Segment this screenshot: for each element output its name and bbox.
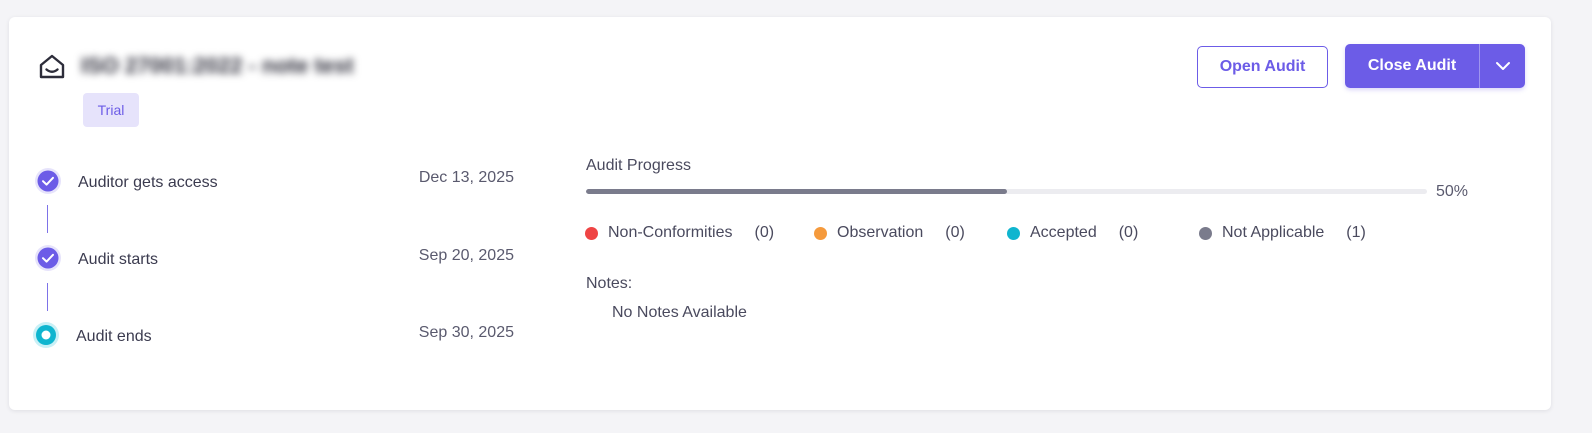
legend-count: (1)	[1346, 224, 1366, 241]
step-label-auditor-access: Auditor gets access	[78, 174, 218, 191]
close-audit-split-button: Close Audit	[1345, 44, 1525, 88]
close-audit-button[interactable]: Close Audit	[1345, 44, 1479, 88]
step-completed-check-icon	[35, 168, 61, 194]
timeline-connector	[47, 283, 48, 311]
close-audit-dropdown-button[interactable]	[1480, 44, 1525, 88]
step-date-audit-ends: Sep 30, 2025	[418, 324, 514, 341]
open-audit-button[interactable]: Open Audit	[1197, 46, 1328, 88]
timeline-connector	[47, 205, 48, 233]
progress-percent: 50%	[1436, 183, 1469, 200]
step-date-auditor-access: Dec 13, 2025	[418, 169, 514, 186]
step-label-audit-starts: Audit starts	[78, 251, 159, 268]
legend-label: Accepted	[1030, 224, 1097, 241]
legend-non-conformities: Non-Conformities (0)	[585, 224, 774, 242]
step-date-audit-starts: Sep 20, 2025	[418, 247, 514, 264]
legend-label: Non-Conformities	[608, 224, 733, 241]
status-dot-icon	[585, 226, 598, 240]
progress-fill	[586, 189, 1007, 194]
status-dot-icon	[1199, 226, 1212, 240]
legend-count: (0)	[754, 224, 775, 241]
progress-bar	[586, 189, 1427, 194]
step-completed-check-icon	[35, 245, 61, 271]
notes-empty-text: No Notes Available	[612, 304, 747, 321]
legend-label: Not Applicable	[1222, 224, 1325, 241]
legend-count: (0)	[945, 224, 965, 241]
chevron-down-icon	[1495, 62, 1510, 70]
legend-accepted: Accepted (0)	[1007, 224, 1138, 242]
step-label-audit-ends: Audit ends	[76, 328, 152, 345]
legend-observation: Observation (0)	[814, 224, 965, 242]
step-current-ring-icon	[33, 322, 59, 348]
status-dot-icon	[1007, 226, 1020, 240]
legend-label: Observation	[837, 224, 924, 241]
legend-not-applicable: Not Applicable (1)	[1199, 224, 1366, 242]
progress-label: Audit Progress	[586, 157, 691, 174]
audit-title: ISO 27001:2022 - note test	[81, 53, 354, 78]
trial-badge: Trial	[83, 93, 139, 127]
legend-count: (0)	[1118, 224, 1139, 241]
home-icon	[39, 54, 65, 79]
status-dot-icon	[814, 226, 827, 240]
audit-card: ISO 27001:2022 - note test Trial Open Au…	[9, 17, 1551, 410]
notes-label: Notes:	[586, 275, 633, 292]
